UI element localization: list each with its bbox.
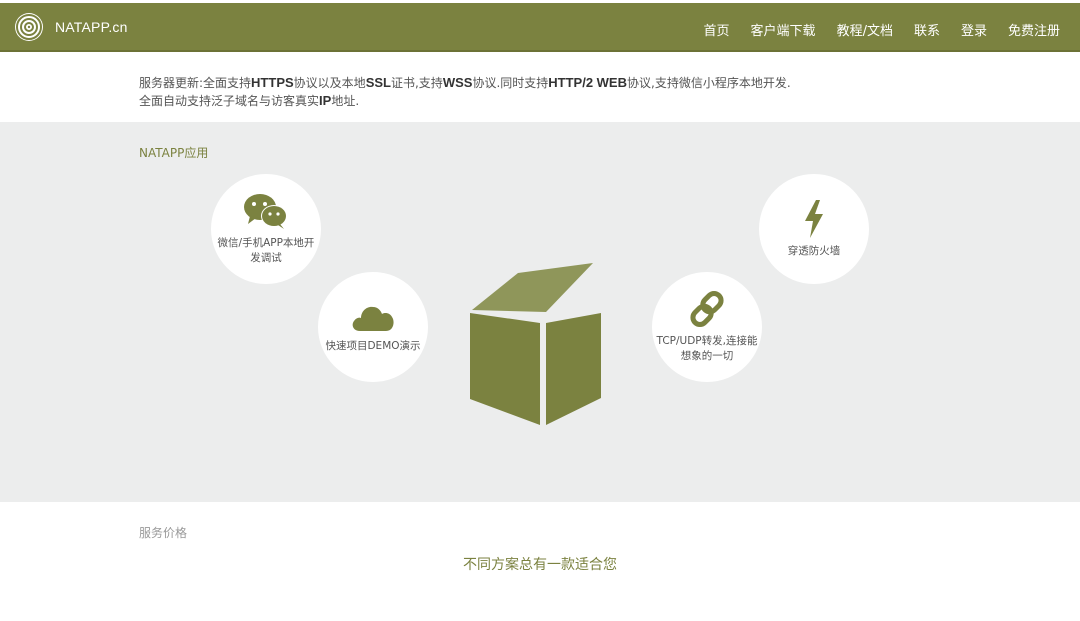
nav-link-contact[interactable]: 联系 — [914, 20, 940, 39]
apps-section-label: NATAPP应用 — [139, 146, 209, 160]
brand-name[interactable]: NATAPP.cn — [55, 19, 128, 35]
nav-link-register[interactable]: 免费注册 — [1008, 20, 1060, 39]
app-card-firewall[interactable]: 穿透防火墙 — [759, 174, 869, 284]
top-navbar: NATAPP.cn 首页 客户端下载 教程/文档 联系 登录 免费注册 — [0, 0, 1080, 52]
nav-link-download[interactable]: 客户端下载 — [751, 20, 816, 39]
nav-link-login[interactable]: 登录 — [961, 20, 987, 39]
wechat-icon — [244, 194, 287, 229]
update-notice: 服务器更新:全面支持HTTPS协议以及本地SSL证书,支持WSS协议.同时支持H… — [139, 74, 899, 110]
lightning-icon — [805, 199, 823, 238]
pricing-title: 不同方案总有一款适合您 — [463, 557, 617, 573]
app-card-wechat-debug[interactable]: 微信/手机APP本地开发调试 — [211, 174, 321, 284]
open-box-illustration — [470, 263, 601, 425]
nav-link-home[interactable]: 首页 — [704, 20, 730, 39]
app-card-caption: 微信/手机APP本地开发调试 — [217, 237, 315, 264]
nav-link-docs[interactable]: 教程/文档 — [837, 20, 893, 39]
app-card-tcp-udp[interactable]: TCP/UDP转发,连接能想象的一切 — [652, 272, 762, 382]
notice-line-2: 全面自动支持泛子域名与访客真实IP地址. — [139, 93, 360, 108]
app-card-caption: 穿透防火墙 — [787, 244, 841, 257]
link-icon — [690, 291, 724, 327]
cloud-icon — [352, 306, 394, 331]
nav-links: 首页 客户端下载 教程/文档 联系 登录 免费注册 — [683, 20, 1060, 39]
app-card-caption: TCP/UDP转发,连接能想象的一切 — [656, 335, 758, 362]
pricing-section-label: 服务价格 — [139, 526, 188, 540]
logo-icon[interactable] — [15, 13, 43, 41]
notice-line-1: 服务器更新:全面支持HTTPS协议以及本地SSL证书,支持WSS协议.同时支持H… — [139, 75, 791, 90]
app-card-demo[interactable]: 快速项目DEMO演示 — [318, 272, 428, 382]
app-card-caption: 快速项目DEMO演示 — [325, 339, 421, 352]
